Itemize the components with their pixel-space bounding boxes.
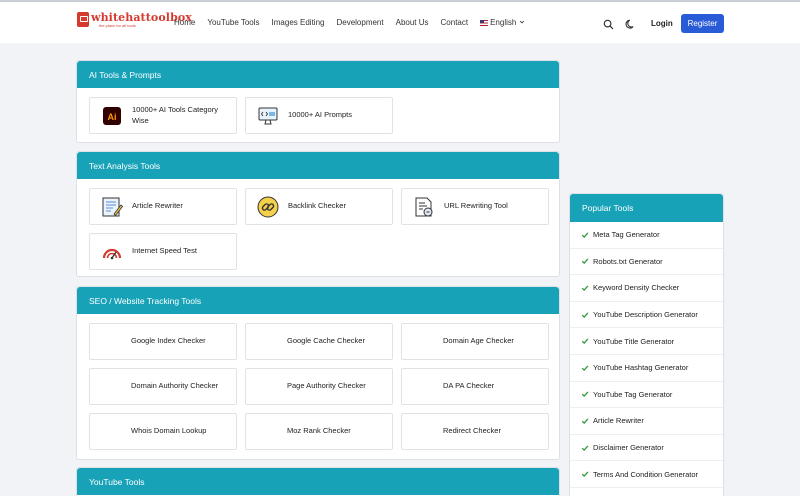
adobe-illustrator-icon: Ai: [101, 105, 123, 127]
tool-card-internet-speed[interactable]: Internet Speed Test: [89, 233, 237, 270]
popular-item[interactable]: YouTube Tag Generator: [570, 382, 723, 409]
check-icon: [581, 365, 589, 371]
tool-label: 10000+ AI Tools Category Wise: [132, 105, 218, 125]
tool-card-google-index[interactable]: Google Index Checker: [89, 323, 237, 360]
popular-item-label: Meta Tag Generator: [593, 230, 660, 240]
section-text-analysis: Text Analysis Tools Article Rewriter Bac…: [76, 151, 560, 277]
tool-card-ai-prompts[interactable]: 10000+ AI Prompts: [245, 97, 393, 134]
link-icon: [257, 196, 279, 218]
speedometer-icon: [101, 241, 123, 263]
tool-label: Backlink Checker: [288, 201, 346, 211]
popular-item-label: Article Rewriter: [593, 416, 644, 426]
language-selector[interactable]: English: [480, 18, 524, 27]
popular-item-label: YouTube Hashtag Generator: [593, 363, 689, 373]
tool-label: Whois Domain Lookup: [131, 426, 207, 436]
monitor-code-icon: [257, 105, 279, 127]
check-icon: [581, 418, 589, 424]
popular-item[interactable]: Robots.txt Generator: [570, 249, 723, 276]
popular-item[interactable]: Meta Tag Generator: [570, 222, 723, 249]
site-header: whitehattoolbox the place for all tools …: [0, 2, 800, 43]
tool-label: Page Authority Checker: [287, 381, 366, 391]
popular-tools-panel: Popular Tools Meta Tag Generator Robots.…: [569, 193, 724, 496]
toolbox-icon: [77, 12, 89, 27]
tool-label: Google Cache Checker: [287, 336, 365, 346]
section-title: YouTube Tools: [77, 468, 559, 495]
section-youtube-tools: YouTube Tools: [76, 467, 560, 496]
popular-item[interactable]: Article Rewriter: [570, 408, 723, 435]
section-title: AI Tools & Prompts: [77, 61, 559, 88]
check-icon: [581, 338, 589, 345]
tool-card-moz-rank[interactable]: Moz Rank Checker: [245, 413, 393, 450]
nav-about-us[interactable]: About Us: [396, 18, 429, 27]
check-icon: [581, 445, 589, 451]
popular-item-label: Robots.txt Generator: [593, 256, 663, 266]
tool-label: Google Index Checker: [131, 336, 206, 346]
login-link[interactable]: Login: [651, 19, 673, 28]
check-icon: [581, 312, 589, 318]
tool-card-da-pa[interactable]: DA PA Checker: [401, 368, 549, 405]
tool-label: Moz Rank Checker: [287, 426, 351, 436]
nav-home[interactable]: Home: [174, 18, 195, 27]
section-ai-tools: AI Tools & Prompts Ai 10000+ AI Tools Ca…: [76, 60, 560, 143]
main-nav: Home YouTube Tools Images Editing Develo…: [174, 18, 537, 27]
popular-item[interactable]: Keyword Density Checker: [570, 275, 723, 302]
popular-item[interactable]: Disclaimer Generator: [570, 435, 723, 462]
popular-item-label: Keyword Density Checker: [593, 283, 680, 293]
tool-label: DA PA Checker: [443, 381, 495, 391]
check-icon: [581, 258, 589, 265]
check-icon: [581, 285, 589, 291]
popular-tools-title: Popular Tools: [570, 194, 723, 222]
tool-card-url-rewriting[interactable]: URL Rewriting Tool: [401, 188, 549, 225]
search-button[interactable]: [598, 14, 618, 34]
language-label: English: [490, 18, 517, 27]
section-title: SEO / Website Tracking Tools: [77, 287, 559, 314]
search-icon: [603, 19, 613, 29]
popular-item[interactable]: YouTube Hashtag Generator: [570, 355, 723, 382]
document-pencil-icon: [101, 196, 123, 218]
register-button[interactable]: Register: [681, 14, 724, 33]
tool-card-article-rewriter[interactable]: Article Rewriter: [89, 188, 237, 225]
popular-item-label: YouTube Title Generator: [593, 336, 675, 346]
tool-card-ai-tools[interactable]: Ai 10000+ AI Tools Category Wise: [89, 97, 237, 134]
nav-contact[interactable]: Contact: [441, 18, 469, 27]
theme-toggle-button[interactable]: [620, 14, 640, 34]
url-document-icon: [413, 196, 435, 218]
tool-label: URL Rewriting Tool: [444, 201, 508, 211]
tool-card-domain-authority[interactable]: Domain Authority Checker: [89, 368, 237, 405]
tool-label: Domain Age Checker: [443, 336, 514, 346]
nav-youtube-tools[interactable]: YouTube Tools: [207, 18, 259, 27]
tool-label: Redirect Checker: [443, 426, 501, 436]
tool-label: Article Rewriter: [132, 201, 183, 211]
chevron-down-icon: [519, 20, 524, 24]
popular-item[interactable]: YouTube Title Generator: [570, 328, 723, 355]
moon-icon: [625, 19, 633, 29]
tool-card-domain-age[interactable]: Domain Age Checker: [401, 323, 549, 360]
tool-card-page-authority[interactable]: Page Authority Checker: [245, 368, 393, 405]
tool-card-whois[interactable]: Whois Domain Lookup: [89, 413, 237, 450]
section-seo-tracking: SEO / Website Tracking Tools Google Inde…: [76, 286, 560, 460]
tool-card-redirect[interactable]: Redirect Checker: [401, 413, 549, 450]
popular-item[interactable]: YouTube Description Generator: [570, 302, 723, 329]
us-flag-icon: [480, 20, 489, 26]
popular-item[interactable]: Terms And Condition Generator: [570, 461, 723, 488]
tool-card-backlink-checker[interactable]: Backlink Checker: [245, 188, 393, 225]
tool-label: Domain Authority Checker: [131, 381, 219, 391]
tool-label: 10000+ AI Prompts: [288, 110, 352, 120]
nav-development[interactable]: Development: [336, 18, 383, 27]
tool-label: Internet Speed Test: [132, 246, 197, 256]
check-icon: [581, 391, 589, 398]
check-icon: [581, 232, 589, 238]
svg-text:Ai: Ai: [108, 112, 117, 122]
tool-card-google-cache[interactable]: Google Cache Checker: [245, 323, 393, 360]
popular-item-label: Disclaimer Generator: [593, 443, 664, 453]
section-title: Text Analysis Tools: [77, 152, 559, 179]
check-icon: [581, 471, 589, 478]
popular-item-label: Terms And Condition Generator: [593, 469, 699, 479]
popular-item-label: YouTube Tag Generator: [593, 389, 673, 399]
popular-item-label: YouTube Description Generator: [593, 310, 698, 320]
nav-images-editing[interactable]: Images Editing: [272, 18, 325, 27]
